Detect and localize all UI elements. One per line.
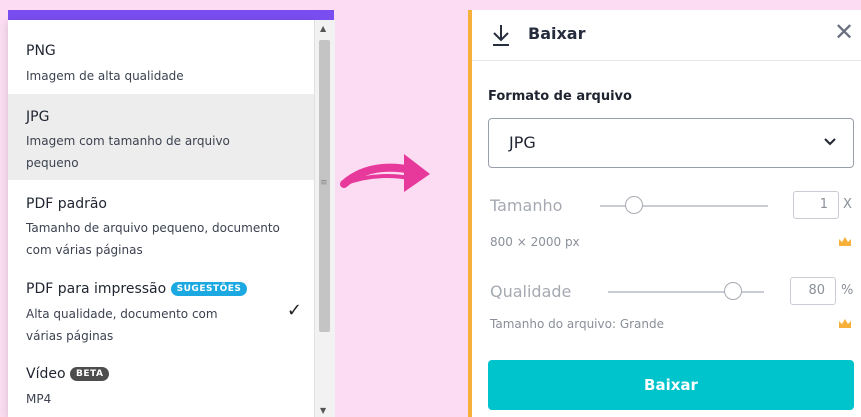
quality-input[interactable]: 80 bbox=[790, 277, 836, 305]
download-panel: Baixar ✕ Formato de arquivo JPG Tamanho … bbox=[468, 10, 861, 417]
close-icon[interactable]: ✕ bbox=[834, 18, 854, 46]
checkmark-icon: ✓ bbox=[286, 300, 302, 321]
size-input[interactable]: 1 bbox=[793, 191, 839, 219]
size-label: Tamanho bbox=[490, 196, 563, 215]
option-title: JPG bbox=[26, 109, 50, 125]
download-button-label: Baixar bbox=[644, 376, 698, 394]
file-size-text: Tamanho do arquivo: Grande bbox=[490, 317, 665, 331]
option-pdf-print[interactable]: PDF para impressão SUGESTÕES Alta qualid… bbox=[8, 266, 314, 352]
option-video[interactable]: Vídeo BETA MP4 bbox=[8, 352, 314, 417]
option-png[interactable]: PNG Imagem de alta qualidade bbox=[8, 20, 314, 94]
size-slider-knob[interactable] bbox=[624, 196, 643, 214]
file-format-value: JPG bbox=[509, 133, 536, 152]
panel-header: Baixar ✕ bbox=[472, 10, 861, 61]
beta-badge: BETA bbox=[70, 367, 110, 381]
option-title-text: PDF para impressão bbox=[26, 281, 167, 297]
format-dropdown-list: PNG Imagem de alta qualidade JPG Imagem … bbox=[8, 20, 314, 417]
quality-label: Qualidade bbox=[490, 282, 572, 301]
quality-slider-knob[interactable] bbox=[723, 282, 742, 300]
option-title: Vídeo BETA bbox=[26, 366, 110, 382]
dropdown-scrollbar[interactable]: ▲ ≡ ▼ bbox=[314, 20, 335, 417]
scroll-up-arrow-icon[interactable]: ▲ bbox=[320, 24, 326, 33]
option-description: Imagem com tamanho de arquivo pequeno bbox=[26, 134, 230, 170]
option-title: PDF padrão bbox=[26, 196, 107, 212]
download-button[interactable]: Baixar bbox=[488, 360, 854, 410]
quality-unit: % bbox=[841, 283, 854, 298]
format-dropdown-area: PNG Imagem de alta qualidade JPG Imagem … bbox=[8, 10, 335, 417]
pink-arrow-icon bbox=[340, 154, 430, 192]
option-title: PNG bbox=[26, 43, 56, 59]
dimensions-text: 800 × 2000 px bbox=[490, 235, 580, 249]
scrollbar-grip-icon: ≡ bbox=[320, 178, 328, 188]
file-format-select[interactable]: JPG bbox=[488, 118, 854, 168]
option-title-text: Vídeo bbox=[26, 366, 66, 382]
suggestions-badge: SUGESTÕES bbox=[170, 282, 248, 296]
download-icon bbox=[493, 25, 509, 46]
option-description: Tamanho de arquivo pequeno, documento co… bbox=[26, 221, 280, 257]
option-jpg[interactable]: JPG Imagem com tamanho de arquivo pequen… bbox=[8, 94, 314, 180]
option-description: Imagem de alta qualidade bbox=[26, 69, 184, 83]
file-format-label: Formato de arquivo bbox=[488, 89, 632, 104]
scroll-down-arrow-icon[interactable]: ▼ bbox=[320, 406, 326, 415]
option-title: PDF para impressão SUGESTÕES bbox=[26, 281, 248, 297]
chevron-down-icon bbox=[824, 138, 836, 146]
panel-title: Baixar bbox=[528, 24, 586, 43]
option-pdf-standard[interactable]: PDF padrão Tamanho de arquivo pequeno, d… bbox=[8, 180, 314, 266]
option-description: Alta qualidade, documento com várias pág… bbox=[26, 307, 218, 343]
size-unit: X bbox=[843, 197, 852, 212]
option-description: MP4 bbox=[26, 392, 52, 406]
crown-icon bbox=[839, 237, 851, 246]
crown-icon bbox=[839, 319, 851, 328]
